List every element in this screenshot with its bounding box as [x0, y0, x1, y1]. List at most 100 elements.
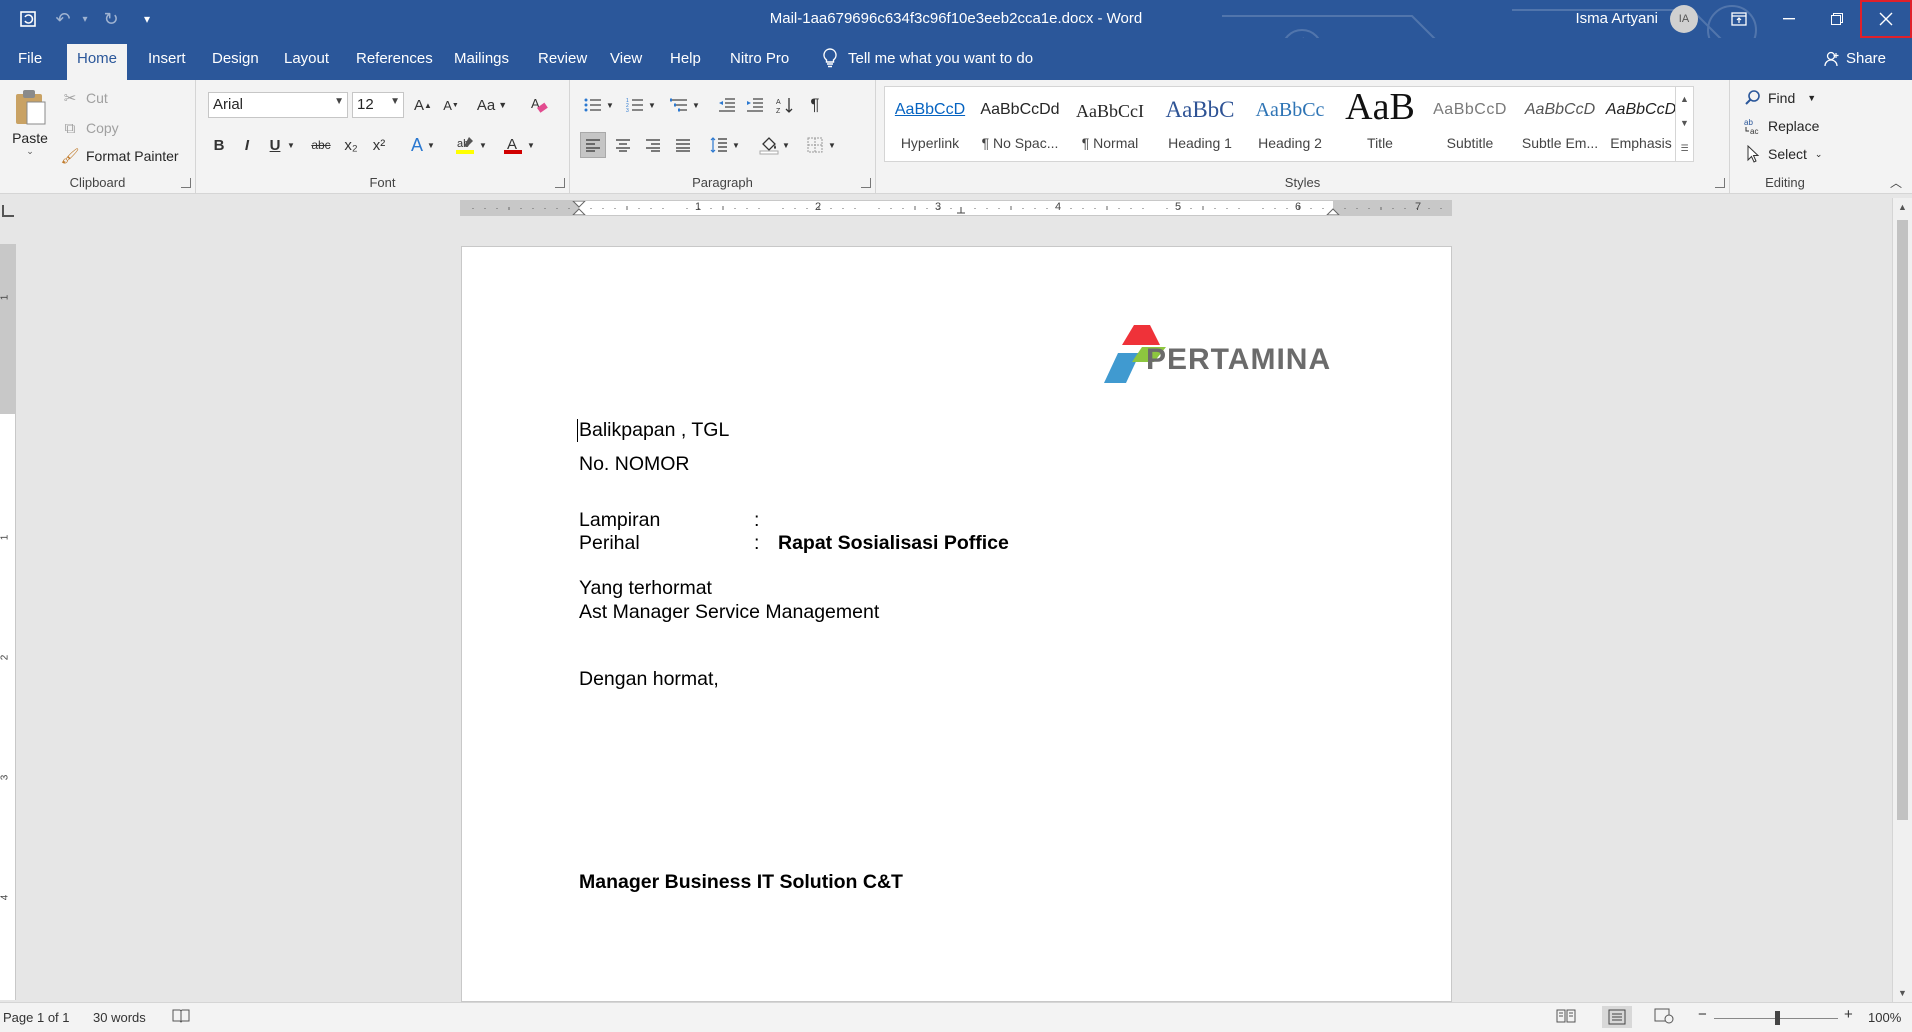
zoom-slider-thumb[interactable]: [1775, 1011, 1780, 1025]
style-hyperlink[interactable]: AaBbCcD Hyperlink: [885, 87, 975, 161]
scrollbar-thumb[interactable]: [1897, 220, 1908, 820]
tab-mailings[interactable]: Mailings: [444, 48, 519, 80]
paste-button[interactable]: Paste ⌄: [10, 88, 50, 158]
align-left-button[interactable]: [580, 132, 606, 158]
paragraph-launcher-icon[interactable]: [861, 178, 871, 188]
line-spacing-button[interactable]: [706, 132, 732, 158]
word-count[interactable]: 30 words: [93, 1010, 146, 1025]
decrease-indent-button[interactable]: [714, 92, 740, 118]
text-effects-dropdown-icon[interactable]: ▼: [424, 132, 438, 158]
web-layout-icon[interactable]: [1654, 1008, 1674, 1027]
format-painter-button[interactable]: 🖌 Format Painter: [60, 144, 178, 168]
change-case-button[interactable]: Aa ▼: [472, 92, 512, 118]
share-button[interactable]: Share: [1824, 50, 1886, 67]
font-color-dropdown-icon[interactable]: ▼: [524, 132, 538, 158]
vertical-ruler[interactable]: 1 1 2 3 4: [0, 244, 16, 1000]
recipient-line-2[interactable]: Ast Manager Service Management: [579, 601, 879, 624]
style-no-spacing[interactable]: AaBbCcDd ¶ No Spac...: [975, 87, 1065, 161]
greeting-line[interactable]: Dengan hormat,: [579, 668, 719, 691]
align-right-button[interactable]: [640, 132, 666, 158]
style-emphasis[interactable]: AaBbCcD Emphasis: [1605, 87, 1677, 161]
increase-indent-button[interactable]: [742, 92, 768, 118]
align-center-button[interactable]: [610, 132, 636, 158]
clear-formatting-button[interactable]: A: [526, 92, 552, 118]
underline-dropdown-icon[interactable]: ▼: [284, 132, 298, 158]
numbering-dropdown-icon[interactable]: ▼: [646, 92, 658, 118]
superscript-button[interactable]: x²: [366, 132, 392, 158]
italic-button[interactable]: I: [234, 132, 260, 158]
tab-design[interactable]: Design: [202, 48, 269, 80]
perihal-label[interactable]: Perihal: [579, 532, 640, 555]
font-size-combo[interactable]: 12 ▼: [352, 92, 404, 118]
justify-button[interactable]: [670, 132, 696, 158]
style-subtitle[interactable]: AaBbCcD Subtitle: [1425, 87, 1515, 161]
paste-dropdown-icon[interactable]: ⌄: [10, 146, 50, 157]
print-layout-icon[interactable]: [1602, 1006, 1632, 1028]
tab-layout[interactable]: Layout: [274, 48, 339, 80]
strikethrough-button[interactable]: abc: [308, 132, 334, 158]
highlight-button[interactable]: ab: [452, 132, 478, 158]
minimize-button[interactable]: [1766, 0, 1812, 38]
recipient-line-1[interactable]: Yang terhormat: [579, 577, 712, 600]
font-color-button[interactable]: A: [500, 132, 526, 158]
vertical-scrollbar[interactable]: ▲ ▼: [1892, 198, 1912, 1002]
numbering-button[interactable]: 123: [622, 92, 648, 118]
find-button[interactable]: Find ▼: [1744, 86, 1816, 110]
chevron-up-icon[interactable]: ▲: [1680, 94, 1689, 104]
tab-references[interactable]: References: [346, 48, 443, 80]
tab-file[interactable]: File: [8, 48, 52, 80]
document-page[interactable]: PERTAMINA Balikpapan , TGL No. NOMOR Lam…: [461, 246, 1452, 1002]
number-line[interactable]: No. NOMOR: [579, 453, 690, 476]
cut-button[interactable]: ✂ Cut: [60, 86, 108, 110]
bullets-dropdown-icon[interactable]: ▼: [604, 92, 616, 118]
lampiran-label[interactable]: Lampiran: [579, 509, 660, 532]
more-styles-icon[interactable]: ☰: [1680, 143, 1688, 154]
zoom-in-button[interactable]: +: [1844, 1006, 1853, 1023]
highlight-dropdown-icon[interactable]: ▼: [476, 132, 490, 158]
proofing-icon[interactable]: [172, 1008, 190, 1027]
multilevel-list-button[interactable]: [666, 92, 692, 118]
scroll-up-icon[interactable]: ▲: [1893, 198, 1912, 216]
style-heading-2[interactable]: AaBbCc Heading 2: [1245, 87, 1335, 161]
user-avatar[interactable]: IA: [1670, 5, 1698, 33]
zoom-level[interactable]: 100%: [1868, 1010, 1901, 1025]
signature-line[interactable]: Manager Business IT Solution C&T: [579, 871, 903, 894]
read-mode-icon[interactable]: [1556, 1008, 1576, 1027]
tab-home[interactable]: Home: [67, 44, 128, 80]
perihal-value[interactable]: Rapat Sosialisasi Poffice: [778, 532, 1009, 555]
style-normal[interactable]: AaBbCcI ¶ Normal: [1065, 87, 1155, 161]
tab-review[interactable]: Review: [528, 48, 597, 80]
zoom-out-button[interactable]: −: [1698, 1006, 1707, 1023]
page-count[interactable]: Page 1 of 1: [3, 1010, 70, 1025]
show-formatting-button[interactable]: ¶: [802, 92, 828, 118]
collapse-ribbon-icon[interactable]: ︿: [1890, 174, 1902, 191]
bold-button[interactable]: B: [206, 132, 232, 158]
subscript-button[interactable]: x₂: [338, 132, 364, 158]
select-button[interactable]: Select ⌄: [1744, 142, 1822, 166]
font-name-combo[interactable]: Arial ▼: [208, 92, 348, 118]
tell-me-search[interactable]: Tell me what you want to do: [822, 48, 1033, 68]
multilevel-dropdown-icon[interactable]: ▼: [690, 92, 702, 118]
sort-button[interactable]: AZ: [772, 92, 798, 118]
borders-button[interactable]: [802, 132, 828, 158]
copy-button[interactable]: ⧉ Copy: [60, 116, 119, 140]
close-button[interactable]: [1860, 0, 1912, 38]
shrink-font-button[interactable]: A ▼: [438, 92, 464, 118]
tab-insert[interactable]: Insert: [138, 48, 196, 80]
style-heading-1[interactable]: AaBbC Heading 1: [1155, 87, 1245, 161]
styles-launcher-icon[interactable]: [1715, 178, 1725, 188]
clipboard-launcher-icon[interactable]: [181, 178, 191, 188]
tab-selector-icon[interactable]: [2, 205, 14, 217]
user-name[interactable]: Isma Artyani: [1575, 10, 1658, 27]
horizontal-ruler[interactable]: 1 2 3 4 5 6 7: [460, 200, 1452, 216]
place-date-line[interactable]: Balikpapan , TGL: [577, 419, 729, 442]
restore-button[interactable]: [1814, 0, 1860, 38]
chevron-down-icon[interactable]: ▼: [1680, 118, 1689, 128]
font-launcher-icon[interactable]: [555, 178, 565, 188]
style-subtle-emphasis[interactable]: AaBbCcD Subtle Em...: [1515, 87, 1605, 161]
grow-font-button[interactable]: A ▲: [410, 92, 436, 118]
tab-view[interactable]: View: [600, 48, 652, 80]
ribbon-display-options-icon[interactable]: [1716, 0, 1762, 38]
tab-help[interactable]: Help: [660, 48, 711, 80]
scroll-down-icon[interactable]: ▼: [1893, 984, 1912, 1002]
